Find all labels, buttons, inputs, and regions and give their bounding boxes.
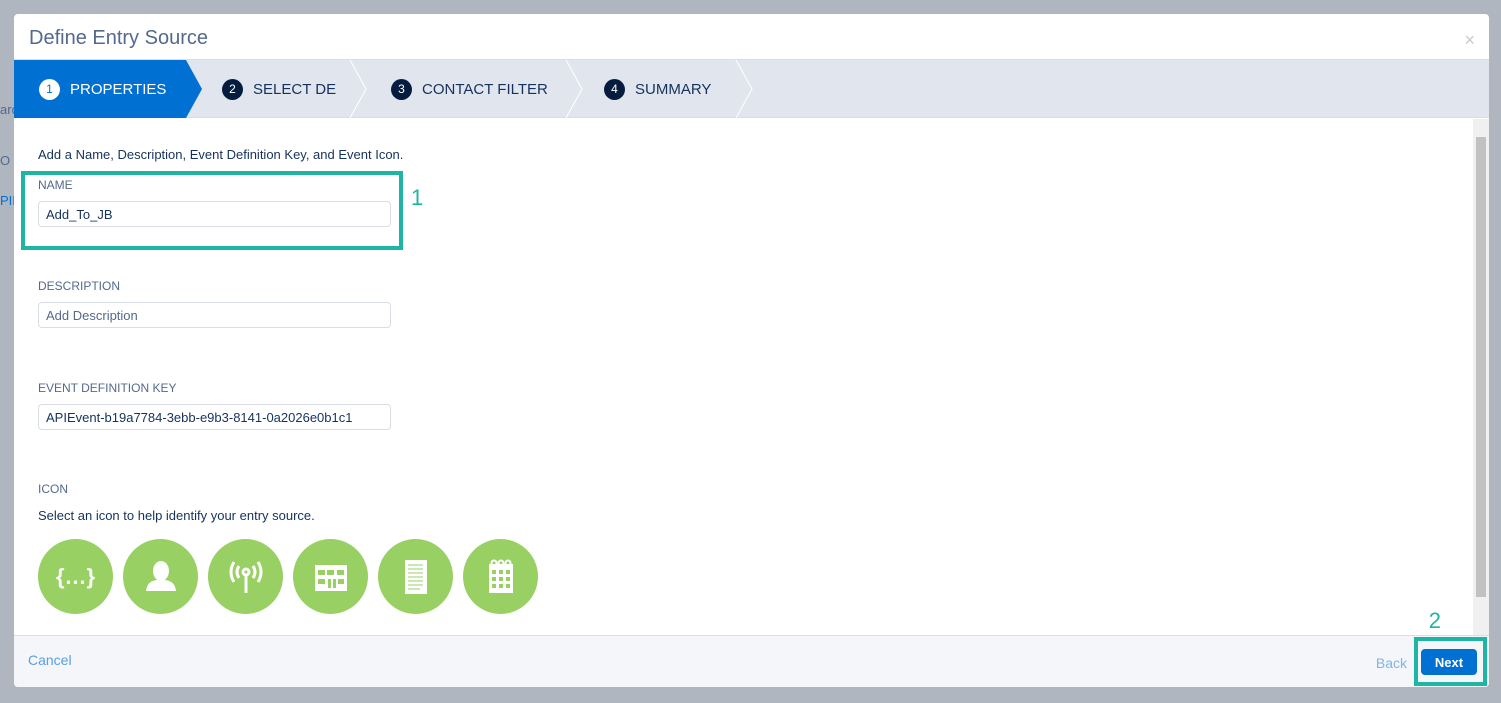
step-label: SUMMARY (635, 80, 712, 98)
step-number: 1 (39, 78, 60, 100)
step-label: SELECT DE (253, 80, 337, 98)
scrollbar-thumb[interactable] (1476, 137, 1486, 597)
scrollbar[interactable] (1473, 119, 1489, 635)
intro-text: Add a Name, Description, Event Definitio… (38, 147, 404, 162)
step-number: 2 (222, 78, 243, 100)
step-label: CONTACT FILTER (422, 80, 548, 98)
calendar-icon[interactable] (463, 539, 538, 614)
wizard-steps: 1 PROPERTIES 2 SELECT DE 3 CONTACT FILTER 4… (14, 60, 1489, 118)
back-button[interactable]: Back (1376, 655, 1407, 671)
step-contact-filter[interactable]: 3 CONTACT FILTER (391, 60, 548, 118)
icon-help-text: Select an icon to help identify your ent… (38, 508, 315, 523)
close-icon[interactable]: × (1464, 30, 1475, 51)
annotation-box-1 (21, 171, 403, 250)
step-properties[interactable]: 1 PROPERTIES (14, 60, 202, 118)
background-text: O (0, 153, 11, 168)
modal-title: Define Entry Source (14, 14, 1489, 60)
modal-footer: Cancel Back Next (14, 635, 1489, 687)
person-icon[interactable] (123, 539, 198, 614)
annotation-number-2: 2 (1428, 608, 1441, 633)
step-select-de[interactable]: 2 SELECT DE (222, 60, 336, 118)
document-icon[interactable] (378, 539, 453, 614)
step-label: PROPERTIES (70, 80, 167, 98)
step-number: 4 (604, 78, 625, 100)
event-definition-key-input[interactable]: APIEvent-b19a7784-3ebb-e9b3-8141-0a2026e… (38, 404, 391, 430)
step-separator (349, 60, 367, 118)
step-number: 3 (391, 78, 412, 100)
building-icon[interactable] (293, 539, 368, 614)
description-label: DESCRIPTION (38, 279, 121, 293)
icon-picker: {…} (38, 539, 538, 614)
code-braces-icon[interactable]: {…} (38, 539, 113, 614)
step-separator (735, 60, 753, 118)
define-entry-source-modal: Define Entry Source × 1 PROPERTIES 2 SELEC… (14, 14, 1489, 687)
cancel-button[interactable]: Cancel (28, 652, 72, 668)
form-body: Add a Name, Description, Event Definitio… (14, 119, 1473, 635)
antenna-icon[interactable] (208, 539, 283, 614)
step-separator (565, 60, 583, 118)
event-definition-key-label: EVENT DEFINITION KEY (38, 381, 177, 395)
annotation-box-2 (1414, 637, 1487, 686)
annotation-number-1: 1 (411, 185, 424, 210)
icon-label: ICON (38, 482, 68, 496)
step-summary[interactable]: 4 SUMMARY (604, 60, 711, 118)
description-input[interactable]: Add Description (38, 302, 391, 328)
